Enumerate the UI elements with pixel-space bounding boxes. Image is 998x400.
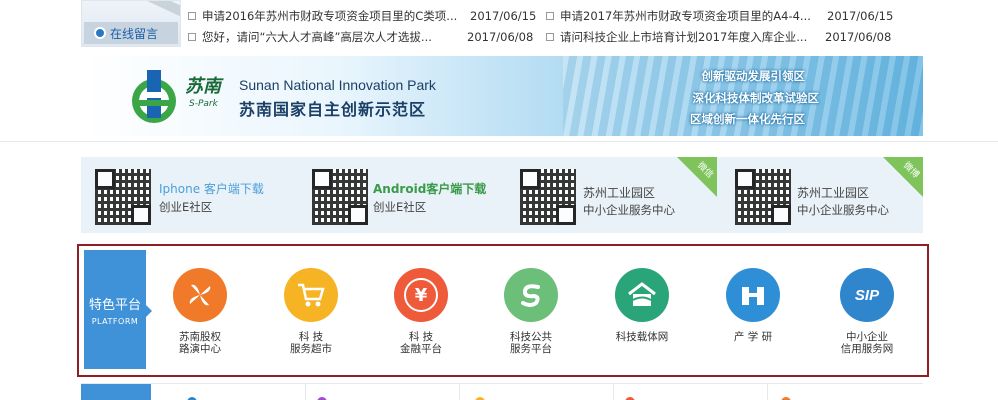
platform-section: 特色平台 PLATFORM 苏南股权 路演中心 科 技 服务超市 ¥ 科 技 金… <box>77 244 929 377</box>
bullet-icon <box>546 12 554 20</box>
platform-item-label: 科技公共 <box>510 331 552 343</box>
platform-item-label: 苏南股权 <box>179 331 221 343</box>
platform-item-label: 信用服务网 <box>840 343 894 355</box>
qr-subtitle: 创业E社区 <box>159 200 213 214</box>
qr-title: 苏州工业园区 <box>797 186 870 200</box>
news-title[interactable]: 您好，请问“六大人才高峰”高层次人才选拔... <box>202 29 457 45</box>
qr-code-image[interactable] <box>95 169 151 225</box>
platform-subtitle: PLATFORM <box>91 316 139 326</box>
yen-icon: ¥ <box>394 268 448 322</box>
banner-english-name: Sunan National Innovation Park <box>239 77 436 93</box>
divider <box>459 384 460 400</box>
banner-slogan: 创新驱动发展引领区 <box>701 69 806 83</box>
qr-code-image[interactable] <box>312 169 368 225</box>
platform-item-label: 科 技 <box>298 331 324 343</box>
platform-title: 特色平台 <box>88 297 141 313</box>
cart-icon <box>284 268 338 322</box>
qr-title[interactable]: Android客户端下载 <box>373 180 486 197</box>
weibo-tag: 微博 <box>883 157 923 197</box>
news-title[interactable]: 申请2017年苏州市财政专项资金项目里的A4-4... <box>560 8 815 24</box>
qr-title: 苏州工业园区 <box>583 186 656 200</box>
news-date: 2017/06/08 <box>467 30 534 44</box>
section-divider <box>0 141 998 142</box>
building-icon <box>726 268 780 322</box>
news-item[interactable]: 申请2016年苏州市财政专项资金项目里的C类项... 2017/06/15 <box>188 6 536 26</box>
platform-item-label: 科技载体网 <box>615 331 669 343</box>
house-icon <box>615 268 669 322</box>
qr-code-band: Iphone 客户端下载 创业E社区 Android客户端下载 创业E社区 苏州… <box>81 157 923 233</box>
sip-logo-icon: SIP <box>840 268 894 322</box>
platform-item-public-service[interactable]: 科技公共 服务平台 <box>483 268 579 355</box>
news-date: 2017/06/08 <box>825 30 892 44</box>
bullet-icon <box>188 12 196 20</box>
message-dot-icon <box>94 27 106 39</box>
online-message-button[interactable]: 在线留言 <box>84 22 178 44</box>
platform-item-label: 服务平台 <box>510 343 552 355</box>
news-date: 2017/06/15 <box>470 9 537 23</box>
logo-chinese-text: 苏南 <box>185 76 221 97</box>
platform-tab: 特色平台 PLATFORM <box>84 250 152 369</box>
platform-item-label: 中小企业 <box>846 331 888 343</box>
platform-item-carrier-network[interactable]: 科技载体网 <box>594 268 690 343</box>
platform-item-label: 服务超市 <box>290 343 332 355</box>
fan-icon <box>173 268 227 322</box>
logo-sub-text: S-Park <box>189 99 218 109</box>
bullet-icon <box>188 33 196 41</box>
banner-slogan: 区域创新一体化先行区 <box>690 112 805 126</box>
next-section-row <box>81 383 923 400</box>
sunan-logo-icon <box>132 70 176 123</box>
qr-code-image[interactable] <box>520 169 576 225</box>
platform-item-label: 金融平台 <box>400 343 442 355</box>
message-thumbnail[interactable]: 在线留言 <box>81 0 181 47</box>
platform-item-label: 产 学 研 <box>733 331 773 343</box>
banner-slogan: 深化科技体制改革试验区 <box>692 91 820 105</box>
bullet-icon <box>546 33 554 41</box>
online-message-label: 在线留言 <box>110 26 159 41</box>
divider <box>613 384 614 400</box>
sunan-park-banner[interactable]: 苏南 S-Park Sunan National Innovation Park… <box>81 56 923 136</box>
news-date: 2017/06/15 <box>827 9 894 23</box>
news-item[interactable]: 请问科技企业上市培育计划2017年度入库企业... 2017/06/08 <box>546 27 891 47</box>
platform-item-equity-roadshow[interactable]: 苏南股权 路演中心 <box>152 268 248 355</box>
news-item[interactable]: 您好，请问“六大人才高峰”高层次人才选拔... 2017/06/08 <box>188 27 533 47</box>
divider <box>767 384 768 400</box>
wechat-tag: 微信 <box>677 157 717 197</box>
qr-subtitle: 中小企业服务中心 <box>583 203 675 217</box>
qr-code-image[interactable] <box>735 169 791 225</box>
platform-item-industry-academia[interactable]: 产 学 研 <box>705 268 801 343</box>
divider <box>305 384 306 400</box>
qr-subtitle: 中小企业服务中心 <box>797 203 889 217</box>
news-title[interactable]: 申请2016年苏州市财政专项资金项目里的C类项... <box>202 8 462 24</box>
s-swirl-icon <box>504 268 558 322</box>
platform-item-credit-service[interactable]: SIP 中小企业 信用服务网 <box>819 268 915 355</box>
news-item[interactable]: 申请2017年苏州市财政专项资金项目里的A4-4... 2017/06/15 <box>546 6 893 26</box>
platform-item-label: 路演中心 <box>179 343 221 355</box>
qr-subtitle: 创业E社区 <box>373 200 427 214</box>
platform-item-service-market[interactable]: 科 技 服务超市 <box>263 268 359 355</box>
news-title[interactable]: 请问科技企业上市培育计划2017年度入库企业... <box>560 29 815 45</box>
pen-icon <box>123 1 180 20</box>
platform-item-label: 科 技 <box>408 331 434 343</box>
qr-title[interactable]: Iphone 客户端下载 <box>159 180 264 197</box>
section-tab <box>81 384 151 400</box>
banner-chinese-name: 苏南国家自主创新示范区 <box>239 100 427 119</box>
platform-item-finance[interactable]: ¥ 科 技 金融平台 <box>373 268 469 355</box>
